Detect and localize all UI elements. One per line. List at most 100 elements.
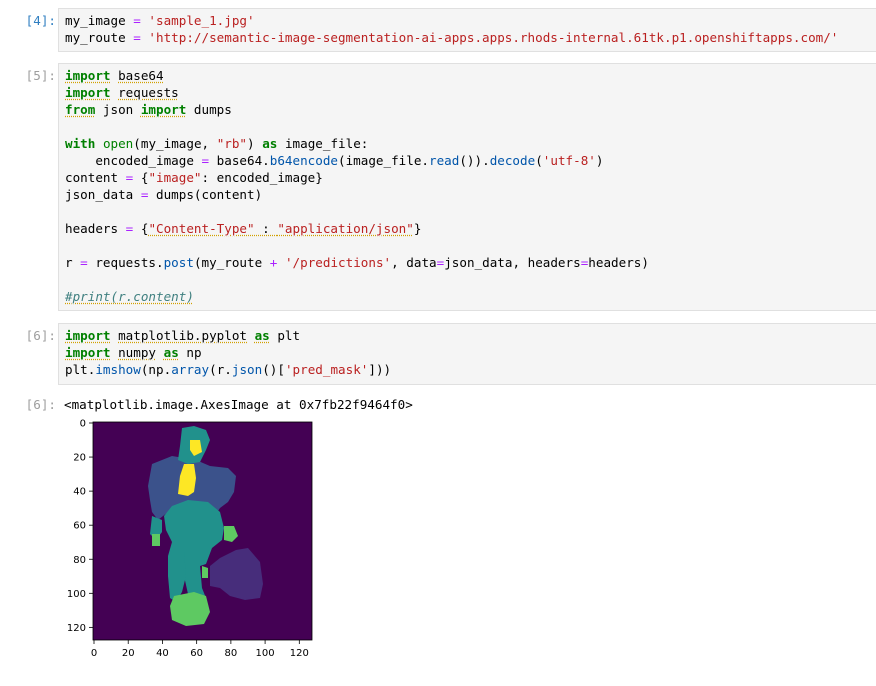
code-line: import matplotlib.pyplot as plt [65,327,876,344]
code-editor[interactable]: my_image = 'sample_1.jpg' my_route = 'htt… [58,8,876,52]
code-token: b64encode [269,153,338,168]
code-token: #print(r.content) [65,289,194,304]
code-token: import [65,68,111,83]
code-editor[interactable]: import base64 import requests from json im… [58,63,876,311]
output-prompt: [6]: [25,397,56,412]
code-token: array [171,362,210,377]
code-token: requests. [87,255,164,270]
code-token: "rb" [216,136,248,151]
code-token: import [65,328,111,343]
code-token: json_data, headers [444,255,581,270]
code-token: import [65,85,111,100]
code-token: as [163,345,179,360]
code-token: import [140,102,187,117]
code-editor[interactable]: import matplotlib.pyplot as plt import nu… [58,323,876,385]
code-line: #print(r.content) [65,288,876,305]
code-token: numpy [118,345,157,360]
code-line: import base64 [65,67,876,84]
code-token: dumps [186,102,232,117]
y-tick-label: 0 [80,419,86,430]
segmentation-plot: 0 20 40 60 80 100 120 0 20 40 60 80 100 120 [67,419,313,659]
code-line: headers = {"Content-Type" : "application… [65,220,876,237]
code-token: (r. [209,362,232,377]
y-tick-label: 40 [73,487,86,498]
code-token: post [163,255,194,270]
output-area: [6]: <matplotlib.image.AxesImage at 0x7f… [0,392,876,675]
x-tick-label: 40 [156,648,169,659]
code-token: 'http://semantic-image-segmentation-ai-a… [148,30,839,45]
x-tick-label: 20 [122,648,135,659]
y-tick-label: 120 [67,623,86,634]
code-line: import requests [65,84,876,101]
code-token: my_route [65,30,134,45]
input-prompt: [5]: [25,68,56,83]
code-token: ) [595,153,604,168]
code-token: decode [489,153,536,168]
code-cell-4[interactable]: [4]: my_image = 'sample_1.jpg' my_route =… [0,8,876,52]
code-cell-6[interactable]: [6]: import matplotlib.pyplot as plt impo… [0,323,876,385]
y-tick-label: 80 [73,555,86,566]
code-token: as [262,136,278,151]
code-token: from [65,102,96,117]
code-token: (np. [140,362,172,377]
code-token: { [133,221,149,236]
code-token: my_image [65,13,134,28]
x-axis: 0 20 40 60 80 100 120 [91,640,309,659]
code-token: as [254,328,270,343]
code-token: 'sample_1.jpg' [148,13,255,28]
code-token: plt. [65,362,96,377]
code-token: open [102,136,134,151]
code-token: np [178,345,202,360]
code-token: with [65,136,96,151]
x-tick-label: 100 [256,648,275,659]
code-token: '/predictions' [284,255,392,270]
code-token: headers) [588,255,649,270]
code-line: encoded_image = base64.b64encode(image_f… [65,152,876,169]
code-line: plt.imshow(np.array(r.json()['pred_mask'… [65,361,876,378]
x-tick-label: 120 [290,648,309,659]
mask-region-hand-left [152,534,160,546]
code-token: (my_image, [133,136,217,151]
input-prompt: [6]: [25,328,56,343]
code-token: } [413,221,422,236]
x-tick-label: 80 [225,648,238,659]
mask-region-shoe-left [170,592,210,626]
code-token: , data [391,255,437,270]
code-token: imshow [95,362,141,377]
y-axis: 0 20 40 60 80 100 120 [67,419,93,634]
code-line: content = {"image": encoded_image} [65,169,876,186]
code-line: my_route = 'http://semantic-image-segmen… [65,29,876,46]
code-token: json [231,362,263,377]
code-token: read [429,153,460,168]
code-token: plt [269,328,301,343]
code-token: = [133,13,149,28]
code-token: "Content-Type" [148,221,255,236]
mask-image [93,422,312,640]
input-prompt: [4]: [25,13,56,28]
code-token: 'pred_mask' [284,362,369,377]
code-token: 'utf-8' [542,153,596,168]
code-token: content [65,170,126,185]
code-token: image_file: [277,136,369,151]
y-tick-label: 60 [73,521,86,532]
code-token: matplotlib.pyplot [118,328,247,343]
x-tick-label: 60 [190,648,203,659]
code-token: base64. [209,153,270,168]
code-token: import [65,345,111,360]
mask-region-patch [202,566,208,578]
code-token: ) [247,136,263,151]
y-tick-label: 20 [73,453,86,464]
code-token: headers [65,221,126,236]
code-token: (my_route [193,255,270,270]
code-token: r [65,255,81,270]
code-cell-5[interactable]: [5]: import base64 import requests from js… [0,63,876,311]
